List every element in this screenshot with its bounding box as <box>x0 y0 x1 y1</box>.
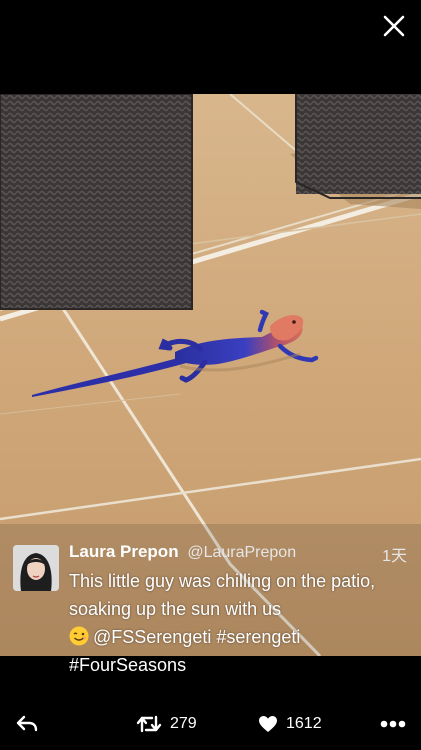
author-name[interactable]: Laura Prepon <box>69 542 179 561</box>
tweet-timestamp: 1天 <box>382 548 407 565</box>
close-icon <box>383 15 405 37</box>
reply-icon <box>16 715 38 732</box>
like-button[interactable]: 1612 <box>258 710 322 738</box>
more-dots-icon <box>380 720 406 728</box>
retweet-button[interactable]: 279 <box>136 710 197 738</box>
tweet-text: This little guy was chilling on the pati… <box>69 567 409 679</box>
more-button[interactable] <box>380 710 406 738</box>
tweet-overlay: Laura Prepon @LauraPrepon 1天 This little… <box>0 535 421 683</box>
author-handle[interactable]: @LauraPrepon <box>187 544 296 561</box>
smiling-face-emoji-icon <box>69 626 89 646</box>
avatar[interactable] <box>13 545 59 591</box>
tweet-hashtag-link[interactable]: #FourSeasons <box>69 655 186 675</box>
tweet-text-body: This little guy was chilling on the pati… <box>69 571 376 619</box>
close-button[interactable] <box>378 10 410 42</box>
like-count: 1612 <box>286 715 322 732</box>
user-avatar-image <box>13 545 59 591</box>
tweet-mentions-link[interactable]: @FSSerengeti #serengeti <box>93 627 300 647</box>
tweet-author-line: Laura Prepon @LauraPrepon 1天 <box>69 542 407 565</box>
heart-icon <box>259 716 277 732</box>
retweet-icon <box>136 715 162 733</box>
reply-button[interactable] <box>16 710 38 738</box>
tweet-action-bar: 279 1612 <box>0 700 421 750</box>
retweet-count: 279 <box>170 715 197 732</box>
